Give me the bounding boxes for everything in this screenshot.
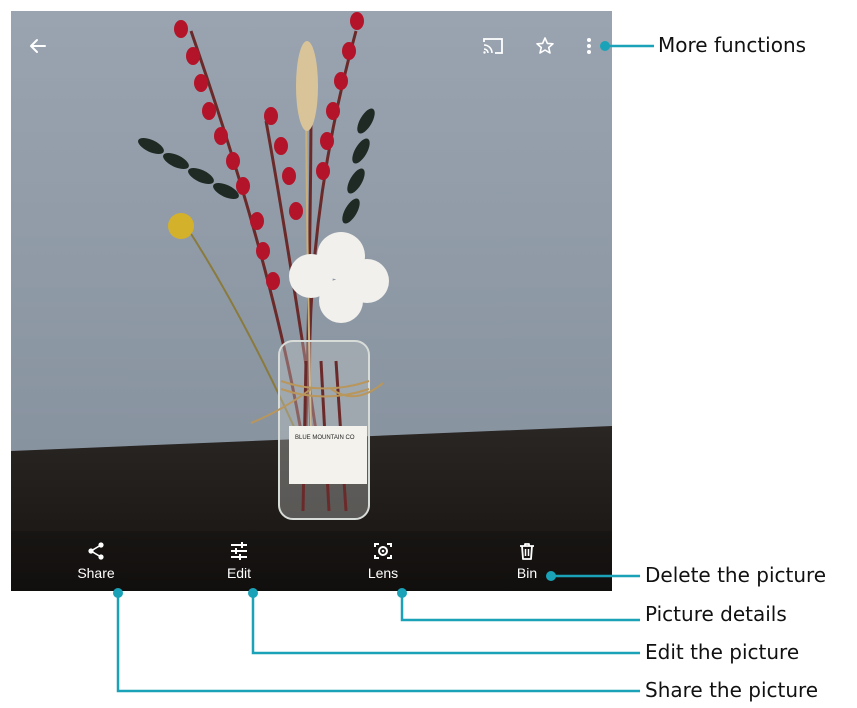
lens-label: Lens bbox=[367, 565, 399, 581]
edit-button[interactable]: Edit bbox=[204, 541, 274, 591]
sliders-icon bbox=[231, 542, 247, 560]
star-outline-icon bbox=[536, 37, 554, 54]
callout-more-functions: More functions bbox=[658, 33, 807, 57]
vase-label-text: BLUE MOUNTAIN CO bbox=[295, 435, 355, 441]
bin-button[interactable]: Bin bbox=[492, 541, 562, 591]
callout-picture-details: Picture details bbox=[645, 602, 787, 626]
trash-icon bbox=[520, 543, 534, 560]
arrow-left-icon bbox=[30, 39, 46, 53]
lens-button[interactable]: Lens bbox=[348, 541, 418, 591]
cast-icon bbox=[483, 38, 503, 54]
more-vertical-icon bbox=[587, 38, 591, 54]
edit-label: Edit bbox=[226, 565, 252, 581]
cast-button[interactable] bbox=[478, 31, 508, 61]
bin-label: Bin bbox=[516, 565, 538, 581]
callout-share-picture: Share the picture bbox=[645, 678, 819, 702]
share-label: Share bbox=[77, 565, 115, 581]
share-icon bbox=[88, 542, 104, 560]
share-button[interactable]: Share bbox=[61, 541, 131, 591]
callout-edit-picture: Edit the picture bbox=[645, 640, 800, 664]
back-button[interactable] bbox=[23, 31, 53, 61]
more-options-button[interactable] bbox=[574, 31, 604, 61]
lens-icon bbox=[374, 543, 392, 559]
callout-delete-picture: Delete the picture bbox=[645, 563, 827, 587]
favorite-button[interactable] bbox=[530, 31, 560, 61]
photo-image: BLUE MOUNTAIN CO bbox=[11, 11, 612, 591]
photo-viewer[interactable]: BLUE MOUNTAIN CO Share Edit Lens Bin bbox=[11, 11, 612, 591]
